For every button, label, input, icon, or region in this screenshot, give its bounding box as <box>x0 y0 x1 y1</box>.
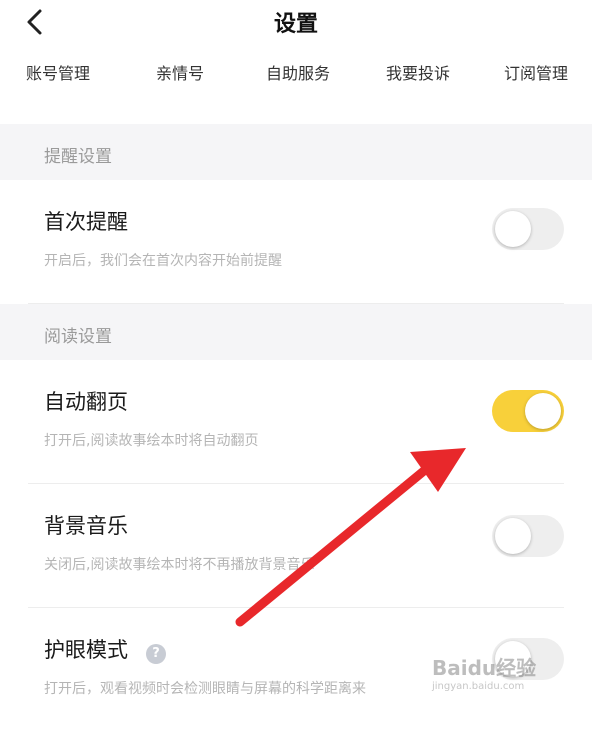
section-title: 提醒设置 <box>44 147 112 167</box>
section-title: 阅读设置 <box>44 327 112 347</box>
tab-family-number[interactable]: 亲情号 <box>156 60 204 84</box>
first-reminder-toggle[interactable] <box>492 208 564 250</box>
setting-description: 打开后,阅读故事绘本时将自动翻页 <box>44 433 259 449</box>
tab-account-management[interactable]: 账号管理 <box>26 60 90 84</box>
setting-label: 护眼模式 <box>44 638 128 662</box>
top-tabs: 账号管理 亲情号 自助服务 我要投诉 订阅管理 <box>0 56 592 92</box>
section-header-reading: 阅读设置 <box>0 304 592 360</box>
setting-description: 关闭后,阅读故事绘本时将不再播放背景音乐 <box>44 557 315 573</box>
tab-subscription-management[interactable]: 订阅管理 <box>504 60 568 84</box>
setting-description: 打开后，观看视频时会检测眼睛与屏幕的科学距离来 <box>44 681 366 697</box>
setting-row-auto-page-turn: 自动翻页 打开后,阅读故事绘本时将自动翻页 <box>0 360 592 484</box>
toggle-knob <box>495 211 531 247</box>
setting-description: 开启后，我们会在首次内容开始前提醒 <box>44 253 282 269</box>
watermark-text: Baidu经验 <box>432 656 537 680</box>
watermark-subtext: jingyan.baidu.com <box>432 681 525 692</box>
setting-label: 自动翻页 <box>44 390 128 414</box>
section-header-reminder: 提醒设置 <box>0 124 592 180</box>
toggle-knob <box>525 393 561 429</box>
background-music-toggle[interactable] <box>492 515 564 557</box>
tab-self-service[interactable]: 自助服务 <box>266 60 330 84</box>
page-title: 设置 <box>273 12 318 37</box>
toggle-knob <box>495 518 531 554</box>
question-icon[interactable]: ? <box>146 644 166 664</box>
setting-row-first-reminder: 首次提醒 开启后，我们会在首次内容开始前提醒 <box>0 180 592 304</box>
baidu-watermark: Baidu经验 jingyan.baidu.com <box>432 652 582 702</box>
setting-label: 首次提醒 <box>44 210 128 234</box>
header-bar: 设置 <box>0 0 592 44</box>
tab-complaint[interactable]: 我要投诉 <box>386 60 450 84</box>
auto-page-turn-toggle[interactable] <box>492 390 564 432</box>
setting-label: 背景音乐 <box>44 514 128 538</box>
setting-row-background-music: 背景音乐 关闭后,阅读故事绘本时将不再播放背景音乐 <box>0 484 592 608</box>
